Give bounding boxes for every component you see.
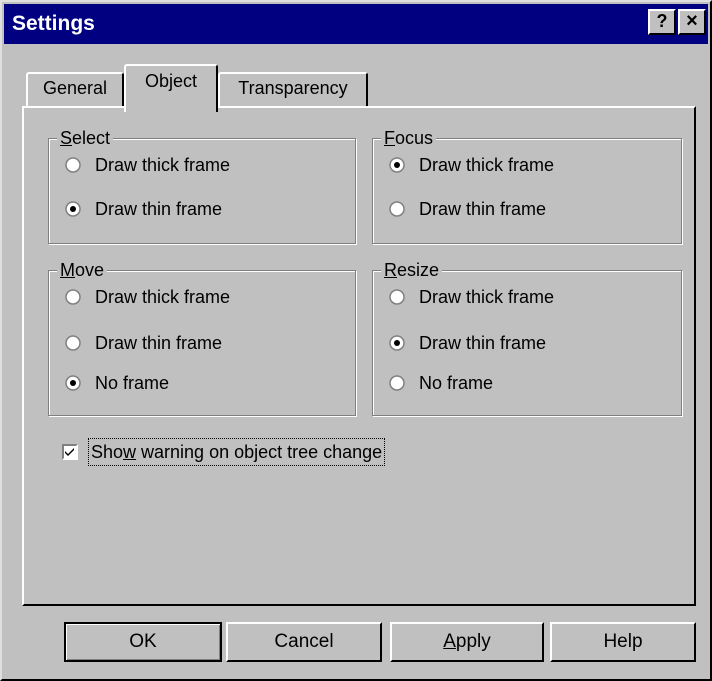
- radio-unselected-icon: [389, 201, 405, 217]
- radio-unselected-icon: [389, 375, 405, 391]
- radio-unselected-icon: [65, 289, 81, 305]
- resize-thin-label: Draw thin frame: [419, 333, 547, 353]
- move-noframe-label: No frame: [95, 373, 170, 393]
- close-button[interactable]: ×: [678, 9, 706, 35]
- object-tab-panel: Select Draw thick frame Draw thin frame …: [22, 106, 696, 606]
- help-button[interactable]: Help: [550, 622, 696, 662]
- radio-selected-icon: [65, 201, 81, 217]
- radio-selected-icon: [389, 157, 405, 173]
- ok-button[interactable]: OK: [64, 622, 222, 662]
- resize-thick-label: Draw thick frame: [419, 287, 555, 307]
- help-title-button[interactable]: ?: [648, 9, 676, 35]
- focus-group-title: Focus: [381, 127, 437, 149]
- tab-transparency[interactable]: Transparency: [218, 72, 368, 108]
- show-warning-label: Show warning on object tree change: [88, 438, 386, 466]
- checkmark-icon: [65, 448, 74, 456]
- move-thin-label: Draw thin frame: [95, 333, 223, 353]
- apply-button[interactable]: Apply: [390, 622, 544, 662]
- resize-noframe-label: No frame: [419, 373, 494, 393]
- select-thick-label: Draw thick frame: [95, 155, 231, 175]
- title-bar[interactable]: Settings ? ×: [4, 4, 708, 44]
- focus-thick-label: Draw thick frame: [419, 155, 555, 175]
- select-thin-label: Draw thin frame: [95, 199, 223, 219]
- tab-object[interactable]: Object: [124, 64, 218, 112]
- focus-thin-label: Draw thin frame: [419, 199, 547, 219]
- window-title: Settings: [12, 12, 95, 35]
- move-thick-label: Draw thick frame: [95, 287, 231, 307]
- focus-group: Focus Draw thick frame Draw thin frame: [372, 127, 682, 244]
- tab-general[interactable]: General: [26, 72, 124, 108]
- radio-unselected-icon: [65, 335, 81, 351]
- radio-unselected-icon: [389, 289, 405, 305]
- move-group-title: Move: [57, 259, 108, 281]
- select-group-title: Select: [57, 127, 114, 149]
- cancel-button[interactable]: Cancel: [226, 622, 382, 662]
- move-group: Move Draw thick frame Draw thin frame No…: [48, 259, 356, 416]
- select-group: Select Draw thick frame Draw thin frame: [48, 127, 356, 244]
- radio-unselected-icon: [65, 157, 81, 173]
- radio-selected-icon: [389, 335, 405, 351]
- resize-group-title: Resize: [381, 259, 443, 281]
- radio-selected-icon: [65, 375, 81, 391]
- checkbox-box[interactable]: [62, 444, 78, 460]
- resize-group: Resize Draw thick frame Draw thin frame …: [372, 259, 682, 416]
